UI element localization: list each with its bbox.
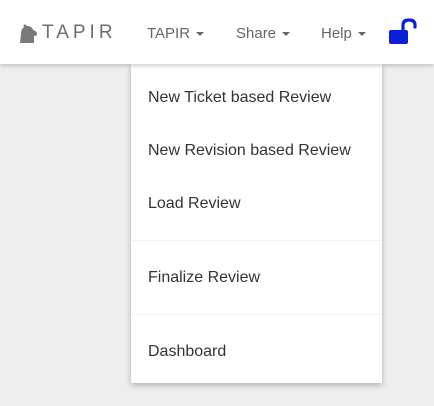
tapir-dropdown-menu: New Ticket based Review New Revision bas… xyxy=(131,64,382,383)
menu-divider xyxy=(131,240,382,241)
app-window: TAPIR TAPIR Share Help New Ticket based … xyxy=(0,0,434,406)
unlocked-padlock-icon[interactable] xyxy=(388,17,418,47)
menu-item-load-review[interactable]: Load Review xyxy=(131,182,382,226)
menu-item-finalize-review[interactable]: Finalize Review xyxy=(131,256,382,300)
nav-menu-tapir[interactable]: TAPIR xyxy=(147,22,205,44)
nav-menu-tapir-label: TAPIR xyxy=(147,24,191,42)
menu-item-dashboard[interactable]: Dashboard xyxy=(131,330,382,374)
tapir-logo-icon xyxy=(20,24,37,43)
caret-down-icon xyxy=(282,32,291,36)
caret-down-icon xyxy=(357,32,366,36)
brand-name: TAPIR xyxy=(42,22,117,43)
menu-divider xyxy=(131,314,382,315)
menu-item-new-revision-review[interactable]: New Revision based Review xyxy=(131,129,382,173)
brand[interactable]: TAPIR xyxy=(16,20,117,46)
nav-menu-share[interactable]: Share xyxy=(236,22,291,44)
nav-menu-help[interactable]: Help xyxy=(321,22,366,44)
caret-down-icon xyxy=(196,32,205,36)
nav-menu-share-label: Share xyxy=(236,24,277,42)
menu-item-new-ticket-review[interactable]: New Ticket based Review xyxy=(131,76,382,120)
nav-menu-help-label: Help xyxy=(321,24,352,42)
top-navbar: TAPIR TAPIR Share Help xyxy=(0,0,434,64)
